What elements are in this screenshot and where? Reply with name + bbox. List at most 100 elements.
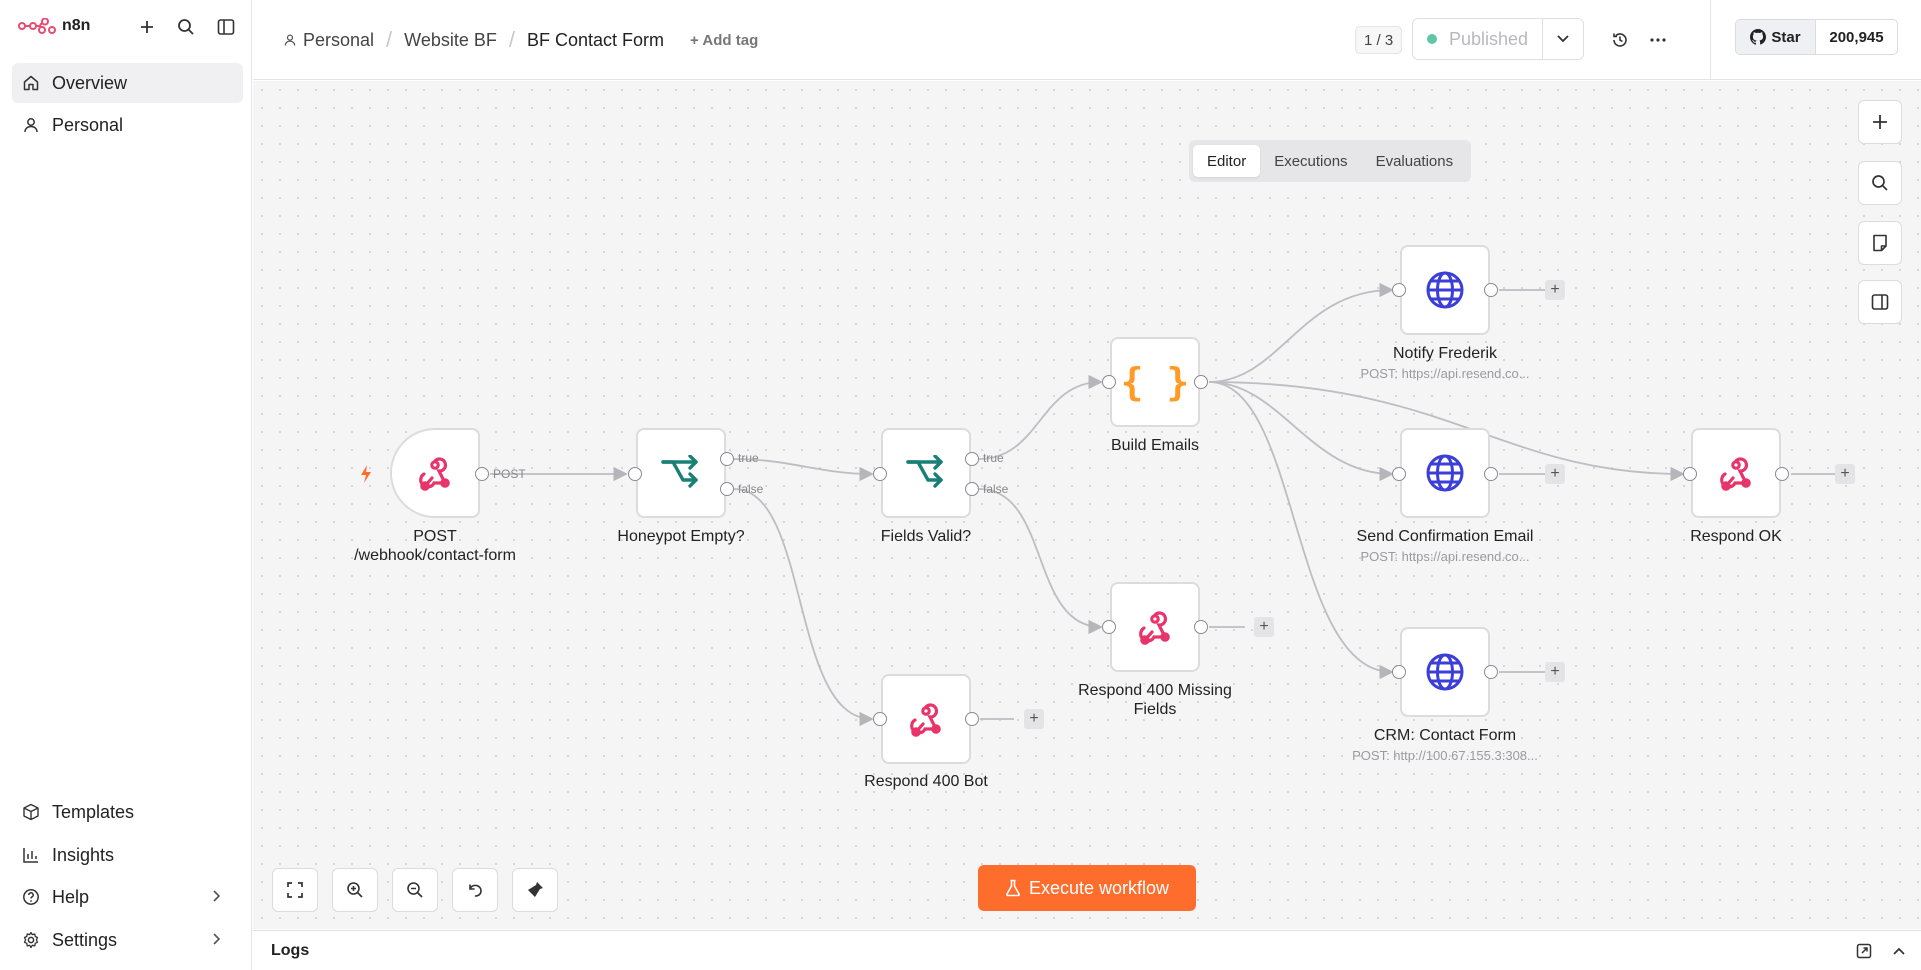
expand-logs-button[interactable]	[1889, 941, 1909, 961]
user-icon	[284, 34, 296, 46]
zoom-in-button[interactable]	[332, 868, 378, 912]
output-port-true[interactable]	[965, 452, 979, 466]
search-nodes-button[interactable]	[1858, 161, 1902, 205]
sidebar-item-personal[interactable]: Personal	[12, 105, 243, 145]
node-build-emails[interactable]: { }	[1110, 337, 1200, 427]
input-port[interactable]	[1102, 375, 1116, 389]
webhook-icon	[1720, 457, 1751, 491]
undo-button[interactable]	[452, 868, 498, 912]
node-respond-ok[interactable]	[1691, 428, 1781, 518]
output-port[interactable]	[475, 467, 489, 481]
tab-executions[interactable]: Executions	[1260, 145, 1361, 177]
node-label-line: Respond 400 Missing	[1078, 682, 1232, 699]
more-horizontal-icon	[1650, 38, 1666, 42]
add-node-panel-button[interactable]	[1858, 100, 1902, 144]
tidy-up-button[interactable]	[512, 868, 558, 912]
history-button[interactable]	[1606, 26, 1634, 54]
add-node-button[interactable]: +	[1545, 280, 1565, 300]
workflow-name[interactable]: BF Contact Form	[527, 30, 664, 51]
sidebar-item-label: Overview	[52, 72, 128, 93]
zoom-out-button[interactable]	[392, 868, 438, 912]
pop-out-logs-button[interactable]	[1854, 941, 1874, 961]
tab-editor[interactable]: Editor	[1193, 145, 1261, 177]
node-send-confirmation-email[interactable]	[1400, 428, 1490, 518]
collapse-sidebar-button[interactable]	[213, 14, 239, 40]
node-webhook-trigger[interactable]	[390, 428, 480, 518]
help-icon	[23, 889, 39, 905]
toggle-panel-button[interactable]	[1858, 280, 1902, 324]
node-crm-contact-form[interactable]	[1400, 627, 1490, 717]
output-port-false[interactable]	[720, 482, 734, 496]
input-port[interactable]	[873, 467, 887, 481]
more-options-button[interactable]	[1644, 26, 1672, 54]
globe-icon	[1426, 653, 1464, 691]
node-respond-400-missing[interactable]	[1110, 582, 1200, 672]
input-port[interactable]	[1392, 283, 1406, 297]
output-port-true[interactable]	[720, 452, 734, 466]
add-node-button[interactable]: +	[1545, 464, 1565, 484]
breadcrumb-folder[interactable]: Website BF	[404, 30, 497, 51]
github-star-count: 200,945	[1829, 28, 1884, 46]
port-label: POST	[493, 467, 526, 481]
sidebar-item-settings[interactable]: Settings	[12, 920, 243, 960]
output-port[interactable]	[1484, 665, 1498, 679]
breadcrumb-separator: /	[508, 27, 515, 52]
logs-panel[interactable]: Logs	[253, 930, 1921, 970]
home-icon	[23, 75, 39, 91]
search-button[interactable]	[173, 14, 199, 40]
output-port[interactable]	[1194, 620, 1208, 634]
node-label: Notify Frederik	[1392, 345, 1498, 362]
sidebar-item-help[interactable]: Help	[12, 877, 243, 917]
breadcrumb-project[interactable]: Personal	[303, 30, 374, 51]
workflow-canvas[interactable]: Editor Executions Evaluations	[253, 81, 1921, 929]
add-node-button[interactable]: +	[1835, 464, 1855, 484]
github-icon	[1750, 29, 1767, 45]
globe-icon	[1426, 454, 1464, 492]
input-port[interactable]	[628, 467, 642, 481]
output-port[interactable]	[1775, 467, 1789, 481]
canvas-tabs: Editor Executions Evaluations	[1189, 140, 1472, 182]
add-tag-button[interactable]: + Add tag	[690, 32, 758, 49]
chevron-right-icon	[213, 890, 221, 902]
input-port[interactable]	[873, 712, 887, 726]
fit-view-button[interactable]	[272, 868, 318, 912]
add-node-button[interactable]: +	[1545, 662, 1565, 682]
version-pager[interactable]: 1 / 3	[1355, 26, 1403, 54]
plus-icon	[1873, 115, 1887, 129]
add-node-button[interactable]: +	[1024, 709, 1044, 729]
node-notify-frederik[interactable]	[1400, 245, 1490, 335]
chart-icon	[23, 848, 38, 863]
output-port[interactable]	[965, 712, 979, 726]
output-port-false[interactable]	[965, 482, 979, 496]
sidebar-item-overview[interactable]: Overview	[12, 63, 243, 103]
logs-title: Logs	[271, 942, 310, 959]
output-port[interactable]	[1194, 375, 1208, 389]
add-node-button[interactable]: +	[1254, 617, 1274, 637]
execute-workflow-button[interactable]: Execute workflow	[978, 865, 1196, 911]
input-port[interactable]	[1683, 467, 1697, 481]
node-label: Respond OK	[1690, 528, 1782, 545]
input-port[interactable]	[1102, 620, 1116, 634]
publish-control[interactable]: Published	[1412, 18, 1584, 60]
node-respond-400-bot[interactable]	[881, 674, 971, 764]
node-honeypot-empty[interactable]	[636, 428, 726, 518]
node-label: Fields Valid?	[880, 528, 972, 545]
output-port[interactable]	[1484, 283, 1498, 297]
undo-icon	[469, 884, 482, 897]
n8n-logo[interactable]: n8n	[18, 14, 90, 38]
node-label-line: Fields	[1133, 701, 1177, 718]
search-icon	[1872, 175, 1888, 191]
sidebar-item-insights[interactable]: Insights	[12, 835, 243, 875]
create-button[interactable]	[134, 14, 160, 40]
webhook-icon	[1139, 611, 1170, 645]
sticky-note-button[interactable]	[1858, 221, 1902, 265]
output-port[interactable]	[1484, 467, 1498, 481]
publish-dropdown-button[interactable]	[1542, 19, 1583, 59]
node-fields-valid[interactable]	[881, 428, 971, 518]
input-port[interactable]	[1392, 467, 1406, 481]
github-star-button[interactable]: Star 200,945	[1735, 19, 1898, 55]
input-port[interactable]	[1392, 665, 1406, 679]
sidebar-item-templates[interactable]: Templates	[12, 792, 243, 832]
if-branch-icon	[906, 455, 943, 488]
tab-evaluations[interactable]: Evaluations	[1362, 145, 1468, 177]
